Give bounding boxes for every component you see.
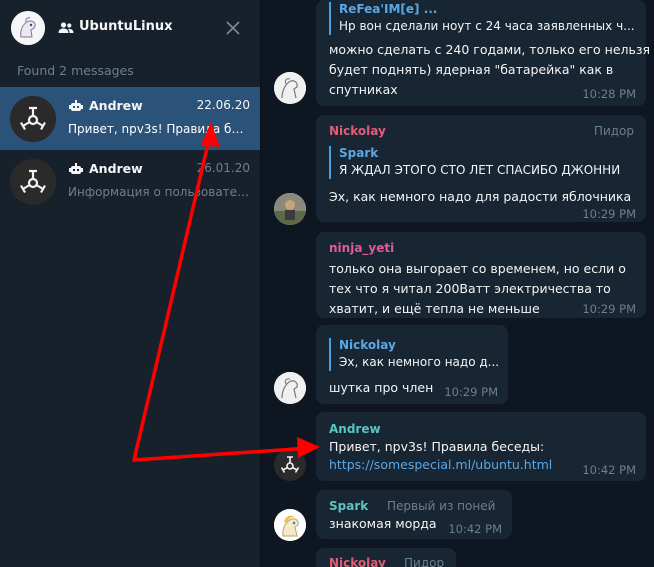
message-text-line: Привет, npv3s! Правила беседы:: [329, 439, 545, 454]
panel-divider: [260, 0, 261, 567]
message-bubble[interactable]: Nickolay Эх, как немного надо д... шутка…: [316, 325, 508, 404]
photo-avatar-image: [274, 193, 306, 225]
found-count-label: Found 2 messages: [17, 63, 134, 78]
search-results-panel: UbuntuLinux Found 2 messages Andrew 22.0…: [0, 0, 260, 567]
message-sender[interactable]: ninja_yeti: [329, 241, 394, 255]
result-preview: Привет, npv3s! Правила беседы: https://s…: [68, 122, 250, 136]
message-bubble[interactable]: Nickolay Пидор: [316, 548, 456, 567]
quote-sender: Spark: [339, 146, 379, 160]
message-bubble[interactable]: ReFea'IM[e] ... Нр вон сделали ноут с 24…: [316, 0, 650, 106]
message-text-line: можно сделать с 240 годами, только его н…: [329, 42, 651, 57]
sender-avatar[interactable]: [274, 449, 306, 481]
message-text-line: тех что я читал 200Ватт электричества то: [329, 281, 611, 296]
search-result-1[interactable]: Andrew 22.06.20 Привет, npv3s! Правила б…: [0, 87, 260, 150]
quote-text: Нр вон сделали ноут с 24 часа заявленных…: [339, 19, 635, 33]
message-bubble[interactable]: Spark Первый из поней знакомая морда 10:…: [316, 490, 512, 539]
message-sender[interactable]: Nickolay: [329, 124, 386, 138]
sender-title-badge: Пидор: [593, 124, 634, 138]
sender-avatar[interactable]: [274, 193, 306, 225]
quote-text: Эх, как немного надо д...: [339, 355, 500, 369]
message-sender[interactable]: Andrew: [329, 422, 381, 436]
avatar: [10, 159, 56, 205]
chat-title: UbuntuLinux: [79, 19, 173, 34]
message-link[interactable]: https://somespecial.ml/ubuntu.html: [329, 455, 552, 475]
message-bubble[interactable]: ninja_yeti только она выгорает со времен…: [316, 232, 646, 318]
message-text-line: спутниках: [329, 82, 398, 97]
avatar: [10, 96, 56, 142]
message-time: 10:29 PM: [582, 207, 636, 221]
pony-avatar-image: [11, 11, 45, 45]
message-text-line: только она выгорает со временем, но если…: [329, 261, 626, 276]
message-time: 10:29 PM: [582, 302, 636, 316]
message-time: 10:29 PM: [444, 385, 498, 399]
bot-icon: [69, 163, 83, 174]
chat-avatar[interactable]: [11, 11, 45, 45]
quote-sender: Nickolay: [339, 338, 396, 352]
message-time: 10:42 PM: [582, 463, 636, 477]
triskele-avatar-image: [10, 159, 56, 205]
message-bubble[interactable]: Nickolay Пидор Spark Я ЖДАЛ ЭТОГО СТО ЛЕ…: [316, 115, 646, 222]
message-time: 10:28 PM: [582, 87, 636, 101]
message-sender[interactable]: Spark: [329, 499, 368, 513]
message-time: 10:42 PM: [448, 522, 502, 536]
result-date: 26.01.20: [196, 161, 250, 175]
sender-avatar[interactable]: [274, 72, 306, 104]
sender-avatar[interactable]: [274, 509, 306, 541]
result-sender-name: Andrew: [89, 98, 143, 113]
sender-title-badge: Первый из поней: [387, 499, 496, 513]
reply-quote[interactable]: Spark Я ЖДАЛ ЭТОГО СТО ЛЕТ СПАСИБО ДЖОНН…: [329, 146, 629, 179]
pony-color-avatar-image: [274, 509, 306, 541]
pony-sketch-avatar-image: [274, 372, 306, 404]
result-preview: Информация о пользователе: [68, 185, 250, 199]
result-sender-name: Andrew: [89, 161, 143, 176]
reply-quote[interactable]: ReFea'IM[e] ... Нр вон сделали ноут с 24…: [329, 2, 635, 35]
quote-sender: ReFea'IM[e] ...: [339, 2, 438, 16]
close-icon[interactable]: [224, 19, 242, 37]
sender-avatar[interactable]: [274, 372, 306, 404]
triskele-avatar-image: [10, 96, 56, 142]
reply-quote[interactable]: Nickolay Эх, как немного надо д...: [329, 338, 499, 371]
triskele-avatar-image: [274, 449, 306, 481]
message-bubble[interactable]: Andrew Привет, npv3s! Правила беседы: ht…: [316, 412, 646, 481]
message-text-line: знакомая морда: [329, 516, 437, 531]
message-sender[interactable]: Nickolay: [329, 556, 386, 567]
sender-title-badge: Пидор: [404, 556, 445, 567]
pony-sketch-avatar-image: [274, 72, 306, 104]
chat-search-header: UbuntuLinux: [0, 0, 260, 57]
result-date: 22.06.20: [196, 98, 250, 112]
search-result-2[interactable]: Andrew 26.01.20 Информация о пользовател…: [0, 150, 260, 213]
message-text-line: Эх, как немного надо для радости яблочни…: [329, 189, 632, 204]
quote-text: Я ЖДАЛ ЭТОГО СТО ЛЕТ СПАСИБО ДЖОННИ: [339, 163, 621, 177]
message-text-line: будет поднять) ядерная "батарейка" как в: [329, 62, 614, 77]
message-text-line: хватит, и ещё тепла не меньше: [329, 301, 540, 316]
message-text-line: шутка про член: [329, 380, 434, 395]
group-icon: [58, 22, 74, 33]
bot-icon: [69, 100, 83, 111]
